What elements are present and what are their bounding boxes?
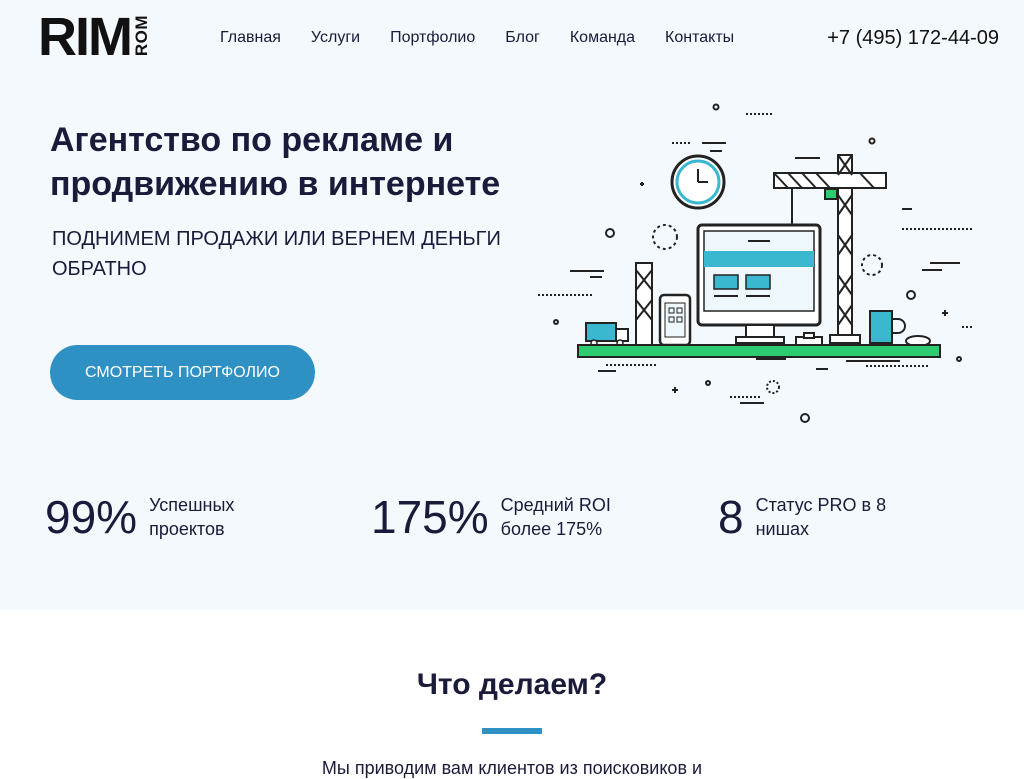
- section-text: Мы приводим вам клиентов из поисковиков …: [321, 758, 703, 778]
- view-portfolio-button[interactable]: СМОТРЕТЬ ПОРТФОЛИО: [50, 345, 315, 400]
- stat-label: Средний ROI более 175%: [500, 495, 611, 539]
- stat-roi: 175% Средний ROI более 175%: [371, 492, 621, 542]
- stat-label: Статус PRO в 8 нишах: [755, 495, 887, 539]
- phone-device-icon: [658, 293, 692, 347]
- nav-item-portfolio[interactable]: Портфолио: [390, 28, 475, 48]
- hero-illustration: [538, 103, 974, 423]
- hero-subtitle: ПОДНИМЕМ ПРОДАЖИ ИЛИ ВЕРНЕМ ДЕНЬГИ ОБРАТ…: [52, 228, 501, 280]
- monitor-icon: [696, 223, 822, 344]
- nav-item-contacts[interactable]: Контакты: [665, 28, 734, 48]
- mug-icon: [869, 310, 906, 344]
- nav-item-services[interactable]: Услуги: [311, 28, 360, 48]
- stat-value: 175%: [371, 491, 489, 543]
- stat-value: 8: [718, 491, 744, 543]
- hero-section: RIM ROM Главная Услуги Портфолио Блог Ко…: [0, 0, 1024, 610]
- stat-label: Успешных проектов: [149, 495, 235, 539]
- stat-success: 99% Успешных проектов: [45, 492, 249, 542]
- nav-item-blog[interactable]: Блог: [505, 28, 540, 48]
- desk-surface: [577, 344, 941, 358]
- main-nav: Главная Услуги Портфолио Блог Команда Ко…: [220, 28, 764, 48]
- logo-main-text: RIM: [38, 7, 133, 67]
- logo-side-text: ROM: [131, 15, 151, 57]
- nav-item-home[interactable]: Главная: [220, 28, 281, 48]
- section-title: Что делаем?: [416, 668, 608, 701]
- toolbox-icon: [795, 332, 823, 346]
- phone-number[interactable]: +7 (495) 172-44-09: [827, 27, 999, 50]
- hero-title: Агентство по рекламе и продвижению в инт…: [50, 121, 501, 203]
- clock-icon: [670, 154, 726, 210]
- stat-value: 99%: [45, 491, 138, 543]
- logo[interactable]: RIM ROM: [38, 7, 151, 67]
- truck-icon: [585, 322, 629, 347]
- section-divider: [482, 728, 542, 734]
- nav-item-team[interactable]: Команда: [570, 28, 635, 48]
- stat-pro: 8 Статус PRO в 8 нишах: [718, 492, 896, 542]
